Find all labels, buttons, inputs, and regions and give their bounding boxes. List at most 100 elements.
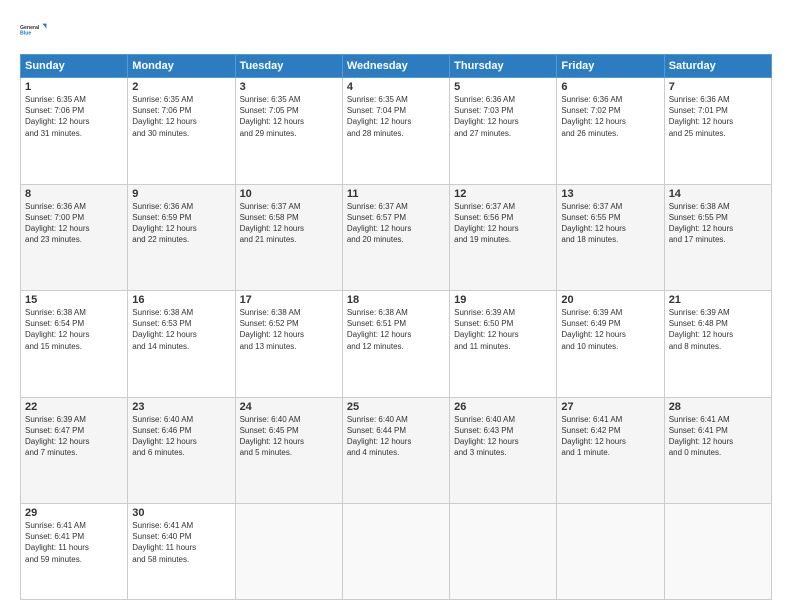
svg-text:General: General — [20, 25, 40, 31]
calendar-week-3: 15Sunrise: 6:38 AM Sunset: 6:54 PM Dayli… — [21, 291, 772, 398]
day-info: Sunrise: 6:38 AM Sunset: 6:51 PM Dayligh… — [347, 307, 445, 352]
day-header-tuesday: Tuesday — [235, 55, 342, 78]
day-info: Sunrise: 6:40 AM Sunset: 6:43 PM Dayligh… — [454, 414, 552, 459]
day-info: Sunrise: 6:39 AM Sunset: 6:50 PM Dayligh… — [454, 307, 552, 352]
calendar-cell: 25Sunrise: 6:40 AM Sunset: 6:44 PM Dayli… — [342, 397, 449, 504]
day-info: Sunrise: 6:36 AM Sunset: 7:02 PM Dayligh… — [561, 94, 659, 139]
calendar-cell: 11Sunrise: 6:37 AM Sunset: 6:57 PM Dayli… — [342, 184, 449, 291]
day-info: Sunrise: 6:38 AM Sunset: 6:53 PM Dayligh… — [132, 307, 230, 352]
day-number: 2 — [132, 81, 230, 93]
calendar-cell — [450, 504, 557, 600]
calendar-cell: 2Sunrise: 6:35 AM Sunset: 7:06 PM Daylig… — [128, 78, 235, 185]
day-info: Sunrise: 6:35 AM Sunset: 7:04 PM Dayligh… — [347, 94, 445, 139]
day-number: 29 — [25, 507, 123, 519]
day-info: Sunrise: 6:35 AM Sunset: 7:06 PM Dayligh… — [25, 94, 123, 139]
day-number: 25 — [347, 401, 445, 413]
day-info: Sunrise: 6:36 AM Sunset: 7:03 PM Dayligh… — [454, 94, 552, 139]
day-number: 3 — [240, 81, 338, 93]
calendar-cell: 9Sunrise: 6:36 AM Sunset: 6:59 PM Daylig… — [128, 184, 235, 291]
calendar-cell: 1Sunrise: 6:35 AM Sunset: 7:06 PM Daylig… — [21, 78, 128, 185]
svg-text:Blue: Blue — [20, 30, 31, 36]
day-number: 14 — [669, 188, 767, 200]
calendar-table: SundayMondayTuesdayWednesdayThursdayFrid… — [20, 54, 772, 600]
calendar-cell — [342, 504, 449, 600]
day-number: 23 — [132, 401, 230, 413]
logo-icon: GeneralBlue — [20, 16, 48, 44]
day-number: 15 — [25, 294, 123, 306]
day-info: Sunrise: 6:35 AM Sunset: 7:05 PM Dayligh… — [240, 94, 338, 139]
day-info: Sunrise: 6:37 AM Sunset: 6:55 PM Dayligh… — [561, 201, 659, 246]
calendar-week-1: 1Sunrise: 6:35 AM Sunset: 7:06 PM Daylig… — [21, 78, 772, 185]
calendar-cell: 18Sunrise: 6:38 AM Sunset: 6:51 PM Dayli… — [342, 291, 449, 398]
day-number: 1 — [25, 81, 123, 93]
day-number: 6 — [561, 81, 659, 93]
calendar-cell: 7Sunrise: 6:36 AM Sunset: 7:01 PM Daylig… — [664, 78, 771, 185]
day-header-thursday: Thursday — [450, 55, 557, 78]
day-info: Sunrise: 6:41 AM Sunset: 6:40 PM Dayligh… — [132, 520, 230, 565]
calendar-cell: 12Sunrise: 6:37 AM Sunset: 6:56 PM Dayli… — [450, 184, 557, 291]
calendar-cell: 21Sunrise: 6:39 AM Sunset: 6:48 PM Dayli… — [664, 291, 771, 398]
day-info: Sunrise: 6:35 AM Sunset: 7:06 PM Dayligh… — [132, 94, 230, 139]
calendar-cell: 4Sunrise: 6:35 AM Sunset: 7:04 PM Daylig… — [342, 78, 449, 185]
calendar-week-4: 22Sunrise: 6:39 AM Sunset: 6:47 PM Dayli… — [21, 397, 772, 504]
day-number: 26 — [454, 401, 552, 413]
calendar-cell: 19Sunrise: 6:39 AM Sunset: 6:50 PM Dayli… — [450, 291, 557, 398]
day-info: Sunrise: 6:38 AM Sunset: 6:54 PM Dayligh… — [25, 307, 123, 352]
calendar-cell: 15Sunrise: 6:38 AM Sunset: 6:54 PM Dayli… — [21, 291, 128, 398]
day-number: 13 — [561, 188, 659, 200]
header: GeneralBlue — [20, 16, 772, 44]
calendar-cell: 8Sunrise: 6:36 AM Sunset: 7:00 PM Daylig… — [21, 184, 128, 291]
day-number: 10 — [240, 188, 338, 200]
day-number: 28 — [669, 401, 767, 413]
day-number: 11 — [347, 188, 445, 200]
calendar-cell: 6Sunrise: 6:36 AM Sunset: 7:02 PM Daylig… — [557, 78, 664, 185]
day-number: 8 — [25, 188, 123, 200]
day-number: 20 — [561, 294, 659, 306]
day-header-friday: Friday — [557, 55, 664, 78]
day-number: 16 — [132, 294, 230, 306]
calendar-cell — [664, 504, 771, 600]
calendar-cell: 3Sunrise: 6:35 AM Sunset: 7:05 PM Daylig… — [235, 78, 342, 185]
calendar-cell: 28Sunrise: 6:41 AM Sunset: 6:41 PM Dayli… — [664, 397, 771, 504]
day-info: Sunrise: 6:36 AM Sunset: 7:00 PM Dayligh… — [25, 201, 123, 246]
day-info: Sunrise: 6:39 AM Sunset: 6:49 PM Dayligh… — [561, 307, 659, 352]
day-header-saturday: Saturday — [664, 55, 771, 78]
day-info: Sunrise: 6:38 AM Sunset: 6:52 PM Dayligh… — [240, 307, 338, 352]
day-number: 18 — [347, 294, 445, 306]
calendar-cell: 17Sunrise: 6:38 AM Sunset: 6:52 PM Dayli… — [235, 291, 342, 398]
day-info: Sunrise: 6:37 AM Sunset: 6:58 PM Dayligh… — [240, 201, 338, 246]
calendar-header-row: SundayMondayTuesdayWednesdayThursdayFrid… — [21, 55, 772, 78]
day-info: Sunrise: 6:36 AM Sunset: 6:59 PM Dayligh… — [132, 201, 230, 246]
calendar-cell: 27Sunrise: 6:41 AM Sunset: 6:42 PM Dayli… — [557, 397, 664, 504]
calendar-week-5: 29Sunrise: 6:41 AM Sunset: 6:41 PM Dayli… — [21, 504, 772, 600]
logo: GeneralBlue — [20, 16, 48, 44]
day-header-wednesday: Wednesday — [342, 55, 449, 78]
day-header-sunday: Sunday — [21, 55, 128, 78]
day-info: Sunrise: 6:37 AM Sunset: 6:56 PM Dayligh… — [454, 201, 552, 246]
calendar-cell: 23Sunrise: 6:40 AM Sunset: 6:46 PM Dayli… — [128, 397, 235, 504]
day-number: 7 — [669, 81, 767, 93]
day-number: 21 — [669, 294, 767, 306]
day-number: 30 — [132, 507, 230, 519]
calendar-cell: 26Sunrise: 6:40 AM Sunset: 6:43 PM Dayli… — [450, 397, 557, 504]
day-header-monday: Monday — [128, 55, 235, 78]
calendar-body: 1Sunrise: 6:35 AM Sunset: 7:06 PM Daylig… — [21, 78, 772, 600]
day-info: Sunrise: 6:41 AM Sunset: 6:42 PM Dayligh… — [561, 414, 659, 459]
day-info: Sunrise: 6:37 AM Sunset: 6:57 PM Dayligh… — [347, 201, 445, 246]
day-number: 9 — [132, 188, 230, 200]
calendar-cell — [557, 504, 664, 600]
day-number: 27 — [561, 401, 659, 413]
calendar-cell: 22Sunrise: 6:39 AM Sunset: 6:47 PM Dayli… — [21, 397, 128, 504]
calendar-cell: 30Sunrise: 6:41 AM Sunset: 6:40 PM Dayli… — [128, 504, 235, 600]
day-number: 12 — [454, 188, 552, 200]
calendar-week-2: 8Sunrise: 6:36 AM Sunset: 7:00 PM Daylig… — [21, 184, 772, 291]
calendar-cell: 10Sunrise: 6:37 AM Sunset: 6:58 PM Dayli… — [235, 184, 342, 291]
day-number: 17 — [240, 294, 338, 306]
calendar-cell — [235, 504, 342, 600]
day-number: 5 — [454, 81, 552, 93]
day-info: Sunrise: 6:39 AM Sunset: 6:47 PM Dayligh… — [25, 414, 123, 459]
calendar-cell: 29Sunrise: 6:41 AM Sunset: 6:41 PM Dayli… — [21, 504, 128, 600]
day-info: Sunrise: 6:40 AM Sunset: 6:45 PM Dayligh… — [240, 414, 338, 459]
day-info: Sunrise: 6:39 AM Sunset: 6:48 PM Dayligh… — [669, 307, 767, 352]
day-number: 22 — [25, 401, 123, 413]
